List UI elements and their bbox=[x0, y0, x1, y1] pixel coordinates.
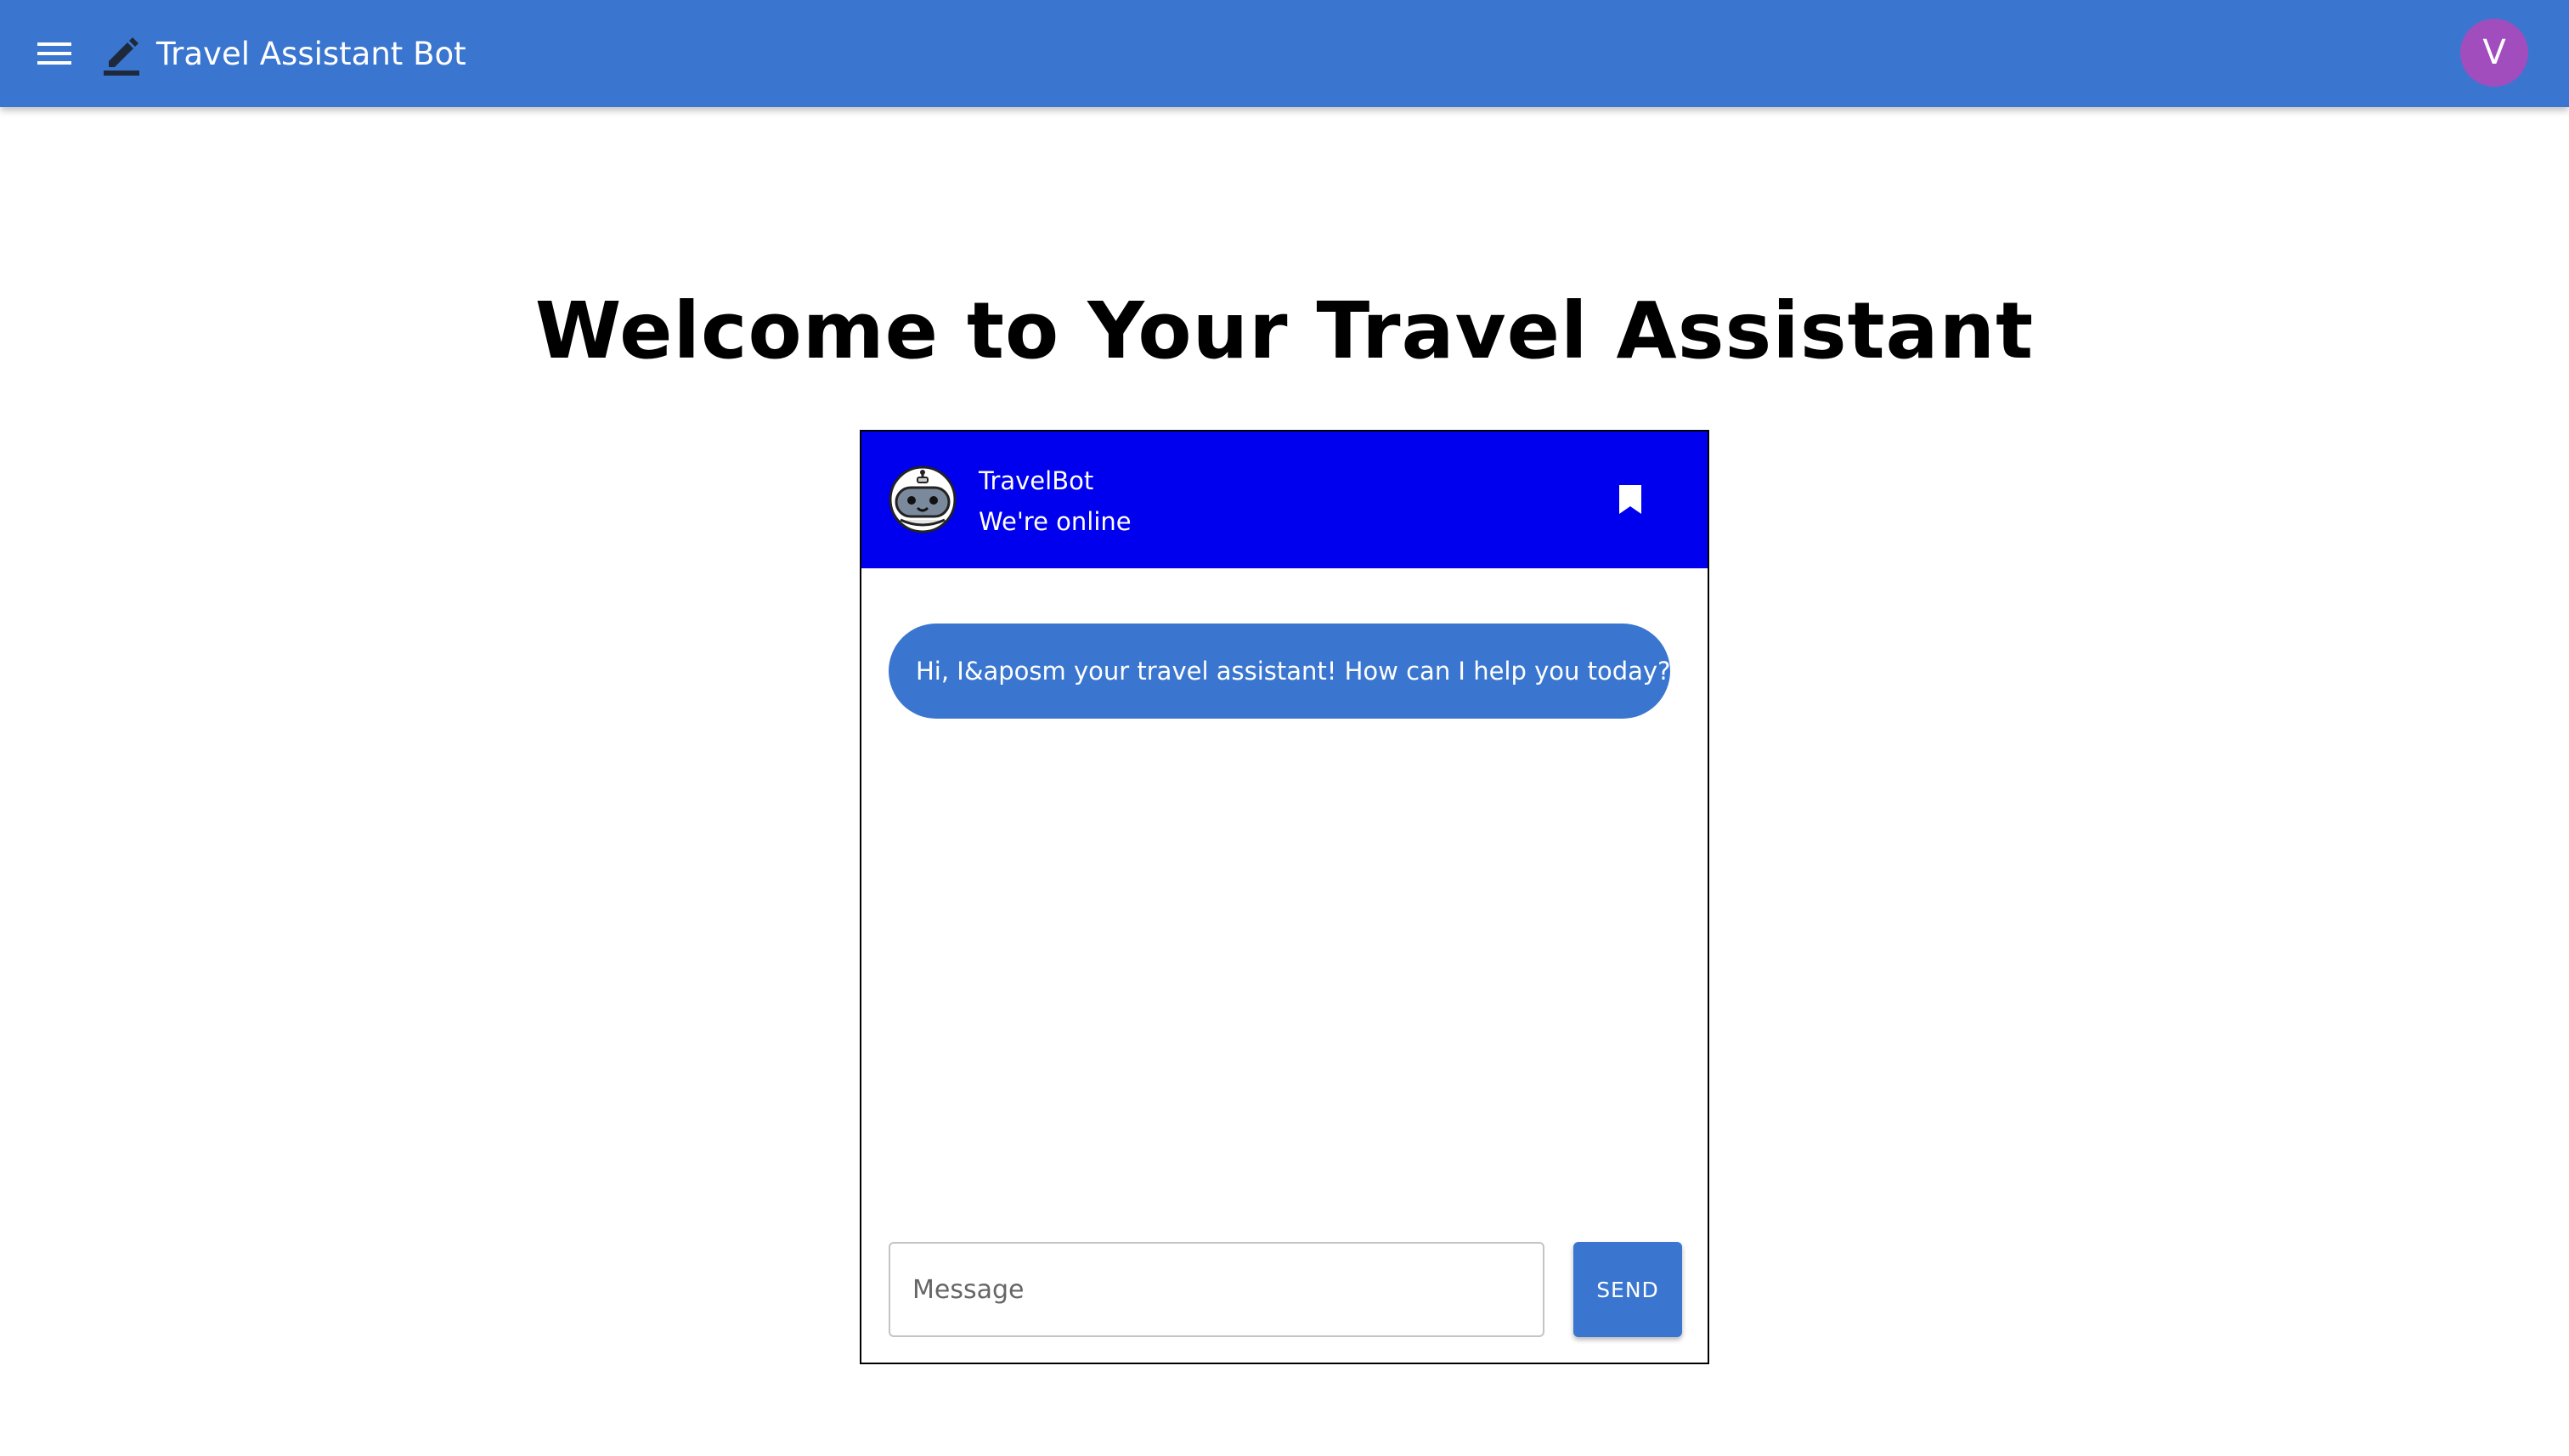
app-bar: Travel Assistant Bot V bbox=[0, 0, 2569, 107]
chat-header: TravelBot We're online bbox=[861, 432, 1708, 568]
robot-icon bbox=[889, 466, 957, 533]
user-avatar[interactable]: V bbox=[2460, 19, 2528, 87]
send-button[interactable]: SEND bbox=[1573, 1242, 1682, 1337]
edit-icon bbox=[100, 32, 143, 76]
menu-button[interactable] bbox=[31, 31, 78, 76]
menu-icon bbox=[37, 42, 71, 65]
chat-widget: TravelBot We're online Hi, I&aposm your … bbox=[860, 430, 1709, 1364]
bot-status: We're online bbox=[979, 507, 1132, 536]
bot-name: TravelBot bbox=[979, 466, 1094, 495]
page-title: Welcome to Your Travel Assistant bbox=[534, 285, 2035, 376]
app-title: Travel Assistant Bot bbox=[156, 36, 466, 72]
bot-message: Hi, I&aposm your travel assistant! How c… bbox=[889, 624, 1670, 719]
bookmark-button[interactable] bbox=[1609, 478, 1652, 521]
bookmark-icon bbox=[1619, 485, 1641, 514]
message-input[interactable] bbox=[889, 1242, 1544, 1337]
